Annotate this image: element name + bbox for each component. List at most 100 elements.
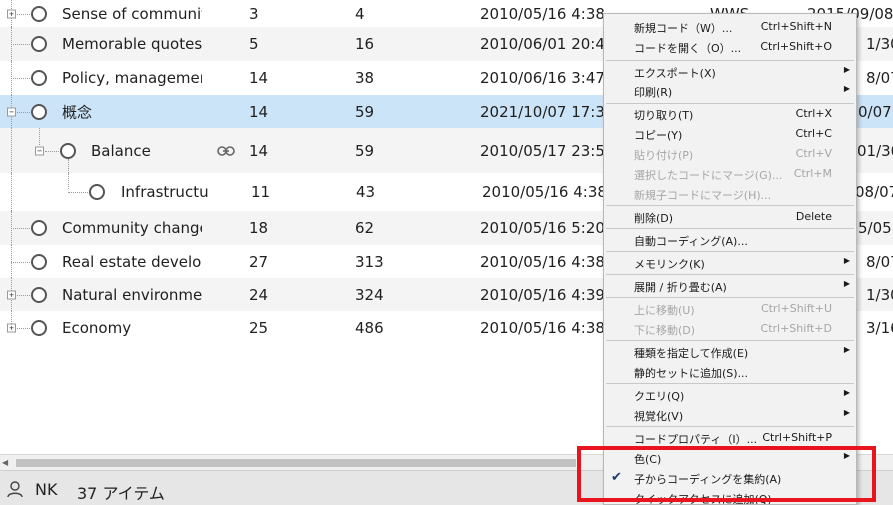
tree-line bbox=[17, 294, 30, 296]
tree-line bbox=[11, 228, 30, 229]
created-on: 2010/05/16 4:38 bbox=[480, 252, 605, 271]
menu-separator bbox=[606, 251, 854, 252]
code-name: Real estate develop bbox=[62, 252, 202, 271]
menu-item-memo-link[interactable]: メモリンク(K) ▶ bbox=[604, 253, 856, 273]
files-count: 5 bbox=[249, 35, 259, 53]
link-icon bbox=[217, 145, 235, 156]
submenu-arrow-icon: ▶ bbox=[843, 408, 850, 417]
menu-item-print[interactable]: 印刷(R) ▶ bbox=[604, 81, 856, 101]
tree-line bbox=[68, 159, 69, 173]
menu-item-label: 上に移動(U) bbox=[634, 304, 695, 317]
code-radio-icon[interactable] bbox=[60, 142, 76, 159]
menu-item-label: 貼り付け(P) bbox=[634, 149, 694, 162]
collapse-toggle-icon[interactable]: − bbox=[35, 146, 44, 155]
expand-toggle-icon[interactable]: + bbox=[7, 290, 16, 299]
menu-item-paste: 貼り付け(P) Ctrl+V bbox=[604, 144, 856, 164]
refs-count: 43 bbox=[356, 183, 376, 201]
menu-item-cut[interactable]: 切り取り(T) Ctrl+X bbox=[604, 104, 856, 124]
files-count: 14 bbox=[249, 102, 269, 121]
expand-toggle-icon[interactable]: + bbox=[7, 323, 16, 332]
collapse-toggle-icon[interactable]: − bbox=[7, 107, 16, 116]
menu-separator bbox=[606, 205, 854, 206]
modified-on: 1/30 bbox=[866, 285, 893, 304]
menu-item-merge-new-child: 新規子コードにマージ(H)... bbox=[604, 184, 856, 204]
menu-item-label: 印刷(R) bbox=[634, 86, 673, 99]
code-name: Policy, managemen bbox=[62, 69, 202, 87]
expand-toggle-icon[interactable]: + bbox=[7, 9, 16, 18]
menu-item-auto-coding[interactable]: 自動コーディング(A)... bbox=[604, 230, 856, 250]
menu-item-label: 選択したコードにマージ(G)... bbox=[634, 169, 783, 182]
scroll-left-icon[interactable]: ◀ bbox=[2, 458, 8, 467]
menu-item-shortcut: Ctrl+Shift+D bbox=[760, 322, 832, 335]
menu-item-shortcut: Ctrl+V bbox=[795, 147, 832, 160]
tree-line bbox=[68, 173, 69, 189]
menu-item-shortcut: Ctrl+Shift+O bbox=[760, 40, 832, 53]
tree-line bbox=[68, 192, 88, 193]
menu-item-export[interactable]: エクスポート(X) ▶ bbox=[604, 62, 856, 82]
menu-item-expand-collapse[interactable]: 展開 / 折り畳む(A) ▶ bbox=[604, 276, 856, 296]
created-on: 2010/05/16 4:39 bbox=[480, 285, 605, 304]
code-name: 概念 bbox=[62, 103, 93, 121]
menu-item-label: メモリンク(K) bbox=[634, 258, 705, 271]
code-name: Memorable quotes bbox=[62, 35, 202, 53]
code-radio-icon[interactable] bbox=[31, 5, 47, 22]
tree-line bbox=[11, 128, 12, 173]
code-radio-icon[interactable] bbox=[31, 103, 47, 120]
menu-item-quick-access[interactable]: クイックアクセスに追加(Q) bbox=[604, 488, 856, 504]
menu-item-move-down: 下に移動(D) Ctrl+Shift+D bbox=[604, 319, 856, 339]
created-on: 2010/05/16 4:38 bbox=[480, 318, 605, 337]
submenu-arrow-icon: ▶ bbox=[843, 279, 850, 288]
menu-item-create-as[interactable]: 種類を指定して作成(E) ▶ bbox=[604, 342, 856, 362]
menu-item-add-static-set[interactable]: 静的セットに追加(S)... bbox=[604, 362, 856, 382]
tree-line bbox=[11, 173, 12, 211]
menu-separator bbox=[606, 60, 854, 61]
modified-on: 8/07 bbox=[866, 252, 893, 271]
menu-item-new-code[interactable]: 新規コード（W）... Ctrl+Shift+N bbox=[604, 17, 856, 37]
code-radio-icon[interactable] bbox=[31, 319, 47, 336]
refs-count: 16 bbox=[355, 35, 375, 53]
menu-item-label: 削除(D) bbox=[634, 212, 674, 225]
scrollbar-thumb[interactable] bbox=[16, 459, 576, 467]
menu-item-label: 展開 / 折り畳む(A) bbox=[634, 281, 727, 294]
user-icon bbox=[7, 481, 23, 498]
menu-item-visualize[interactable]: 視覚化(V) ▶ bbox=[604, 405, 856, 425]
menu-item-merge-selected: 選択したコードにマージ(G)... Ctrl+M bbox=[604, 164, 856, 184]
modified-on: 08/07 bbox=[855, 183, 893, 201]
menu-item-query[interactable]: クエリ(Q) ▶ bbox=[604, 385, 856, 405]
code-radio-icon[interactable] bbox=[31, 70, 47, 86]
tree-line bbox=[11, 78, 30, 79]
tree-line bbox=[11, 44, 30, 45]
files-count: 25 bbox=[249, 318, 269, 337]
menu-separator bbox=[606, 297, 854, 298]
code-radio-icon[interactable] bbox=[89, 184, 105, 200]
code-radio-icon[interactable] bbox=[31, 253, 47, 270]
created-on: 2010/05/16 4:38 bbox=[480, 4, 605, 23]
menu-item-copy[interactable]: コピー(Y) Ctrl+C bbox=[604, 124, 856, 144]
checkmark-icon: ✔ bbox=[611, 470, 622, 485]
menu-separator bbox=[606, 340, 854, 341]
menu-item-aggregate-coding[interactable]: ✔ 子からコーディングを集約(A) bbox=[604, 468, 856, 488]
menu-separator bbox=[606, 228, 854, 229]
code-radio-icon[interactable] bbox=[31, 220, 47, 236]
menu-separator bbox=[606, 426, 854, 427]
files-count: 24 bbox=[249, 285, 269, 304]
created-on: 2010/05/17 23:57 bbox=[480, 141, 615, 160]
files-count: 3 bbox=[249, 4, 259, 23]
menu-item-code-properties[interactable]: コードプロパティ（I）... Ctrl+Shift+P bbox=[604, 428, 856, 448]
tree-line bbox=[39, 128, 40, 145]
menu-item-label: 新規子コードにマージ(H)... bbox=[634, 189, 772, 202]
menu-item-color[interactable]: 色(C) ▶ bbox=[604, 448, 856, 468]
menu-item-delete[interactable]: 削除(D) Delete bbox=[604, 207, 856, 227]
context-menu[interactable]: 新規コード（W）... Ctrl+Shift+N コードを開く（O）... Ct… bbox=[603, 13, 857, 505]
menu-item-label: エクスポート(X) bbox=[634, 67, 716, 80]
menu-item-shortcut: Delete bbox=[795, 210, 832, 223]
created-on: 2010/05/16 4:38 bbox=[482, 183, 607, 201]
menu-item-open-code[interactable]: コードを開く（O）... Ctrl+Shift+O bbox=[604, 37, 856, 57]
code-radio-icon[interactable] bbox=[31, 36, 47, 52]
modified-on: 1/30 bbox=[866, 35, 893, 53]
menu-item-label: コードを開く（O）... bbox=[634, 42, 742, 55]
created-on: 2021/10/07 17:36 bbox=[480, 102, 615, 121]
code-radio-icon[interactable] bbox=[31, 286, 47, 303]
modified-on: 8/07 bbox=[866, 69, 893, 87]
code-name: Community change bbox=[62, 219, 202, 237]
